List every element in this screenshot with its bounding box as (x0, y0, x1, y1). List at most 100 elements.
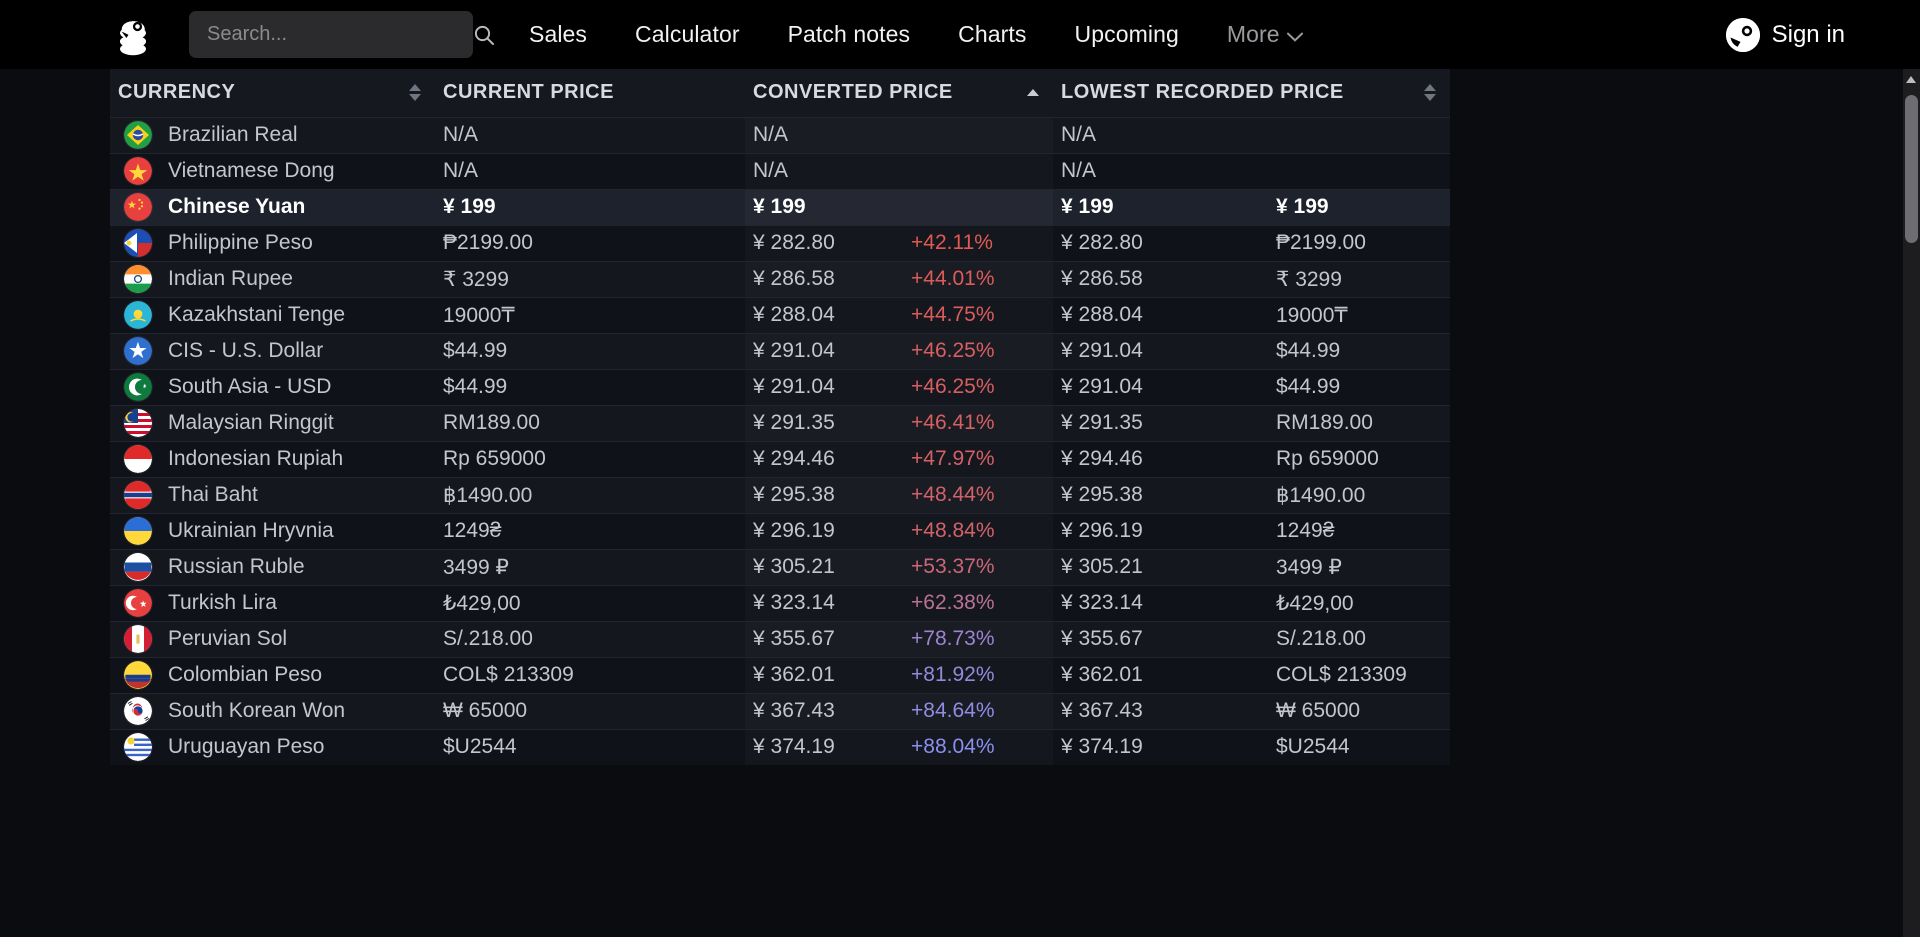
cell-lowest-recorded-price: ¥ 282.80 (1053, 225, 1268, 261)
nav-link-upcoming[interactable]: Upcoming (1051, 21, 1203, 48)
cell-current-price: ¥ 199 (435, 189, 745, 225)
search-input[interactable] (207, 23, 472, 46)
cell-lowest-recorded-price: ¥ 323.14 (1053, 585, 1268, 621)
column-header-lowest-recorded-price[interactable]: LOWEST RECORDED PRICE (1053, 69, 1450, 117)
nav-link-calculator[interactable]: Calculator (611, 21, 764, 48)
table-row[interactable]: Ukrainian Hryvnia1249₴¥ 296.19+48.84%¥ 2… (110, 513, 1450, 549)
nav-link-sales[interactable]: Sales (505, 21, 611, 48)
flag-icon-ru (124, 553, 152, 581)
column-header-currency[interactable]: CURRENCY (110, 69, 435, 117)
sort-indicator-lowest-recorded-price[interactable] (1424, 84, 1436, 101)
cell-current-price: $44.99 (435, 369, 745, 405)
flag-icon-th (124, 481, 152, 509)
cell-percent-difference: +46.25% (903, 369, 1053, 405)
sort-indicator-converted-price[interactable] (1027, 89, 1039, 96)
table-row[interactable]: South Korean Won₩ 65000¥ 367.43+84.64%¥ … (110, 693, 1450, 729)
cell-converted-price: ¥ 282.80 (745, 225, 903, 261)
cell-percent-difference: +78.73% (903, 621, 1053, 657)
table-row[interactable]: Philippine Peso₱2199.00¥ 282.80+42.11%¥ … (110, 225, 1450, 261)
cell-lowest-original-currency: Rp 659000 (1268, 441, 1450, 477)
table-row[interactable]: Uruguayan Peso$U2544¥ 374.19+88.04%¥ 374… (110, 729, 1450, 765)
nav-link-more[interactable]: More (1203, 21, 1327, 48)
cell-currency: Kazakhstani Tenge (110, 297, 435, 333)
steamdb-logo-icon[interactable] (110, 12, 156, 58)
cell-current-price: N/A (435, 153, 745, 189)
cell-lowest-recorded-price: ¥ 296.19 (1053, 513, 1268, 549)
search-icon[interactable] (472, 23, 496, 47)
cell-converted-price: ¥ 291.04 (745, 369, 903, 405)
nav-more-label: More (1227, 21, 1280, 48)
table-row[interactable]: Turkish Lira₺429,00¥ 323.14+62.38%¥ 323.… (110, 585, 1450, 621)
cell-lowest-recorded-price: ¥ 291.04 (1053, 369, 1268, 405)
cell-lowest-recorded-price: ¥ 291.04 (1053, 333, 1268, 369)
cell-lowest-recorded-price: ¥ 291.35 (1053, 405, 1268, 441)
cell-percent-difference: +44.75% (903, 297, 1053, 333)
flag-icon-sa (124, 373, 152, 401)
cell-percent-difference: +48.84% (903, 513, 1053, 549)
flag-icon-br (124, 121, 152, 149)
cell-lowest-original-currency: S/.218.00 (1268, 621, 1450, 657)
currency-name: Indian Rupee (168, 267, 293, 291)
cell-lowest-original-currency: 3499 ₽ (1268, 549, 1450, 585)
cell-lowest-original-currency: 1249₴ (1268, 513, 1450, 549)
cell-current-price: $44.99 (435, 333, 745, 369)
column-label-currency: CURRENCY (118, 81, 235, 104)
scrollbar-thumb[interactable] (1905, 95, 1918, 243)
cell-percent-difference: +84.64% (903, 693, 1053, 729)
cell-current-price: ฿1490.00 (435, 477, 745, 513)
table-row[interactable]: Indonesian RupiahRp 659000¥ 294.46+47.97… (110, 441, 1450, 477)
table-row[interactable]: Brazilian RealN/AN/AN/A (110, 117, 1450, 153)
table-row[interactable]: CIS - U.S. Dollar$44.99¥ 291.04+46.25%¥ … (110, 333, 1450, 369)
cell-lowest-original-currency: ₺429,00 (1268, 585, 1450, 621)
vertical-scrollbar[interactable] (1903, 69, 1920, 937)
table-row[interactable]: Malaysian RinggitRM189.00¥ 291.35+46.41%… (110, 405, 1450, 441)
flag-icon-my (124, 409, 152, 437)
table-row[interactable]: South Asia - USD$44.99¥ 291.04+46.25%¥ 2… (110, 369, 1450, 405)
sign-in-label: Sign in (1772, 21, 1845, 49)
cell-converted-price: ¥ 355.67 (745, 621, 903, 657)
chevron-down-icon (1287, 21, 1303, 48)
table-row[interactable]: Colombian PesoCOL$ 213309¥ 362.01+81.92%… (110, 657, 1450, 693)
cell-current-price: COL$ 213309 (435, 657, 745, 693)
cell-current-price: N/A (435, 117, 745, 153)
currency-name: Vietnamese Dong (168, 159, 335, 183)
scroll-up-arrow-icon[interactable] (1906, 76, 1916, 83)
nav-link-patch-notes[interactable]: Patch notes (764, 21, 935, 48)
column-header-current-price[interactable]: CURRENT PRICE (435, 69, 745, 117)
table-row[interactable]: Russian Ruble3499 ₽¥ 305.21+53.37%¥ 305.… (110, 549, 1450, 585)
search-box[interactable] (189, 11, 473, 58)
cell-currency: Thai Baht (110, 477, 435, 513)
cell-percent-difference: +81.92% (903, 657, 1053, 693)
table-row[interactable]: Chinese Yuan¥ 199¥ 199¥ 199¥ 199 (110, 189, 1450, 225)
currency-name: Thai Baht (168, 483, 258, 507)
currency-name: Peruvian Sol (168, 627, 287, 651)
cell-converted-price: ¥ 291.04 (745, 333, 903, 369)
sign-in-button[interactable]: Sign in (1726, 18, 1845, 52)
cell-converted-price: N/A (745, 153, 903, 189)
table-row[interactable]: Vietnamese DongN/AN/AN/A (110, 153, 1450, 189)
sort-indicator-currency[interactable] (409, 84, 421, 101)
flag-icon-ua (124, 517, 152, 545)
cell-current-price: 3499 ₽ (435, 549, 745, 585)
table-row[interactable]: Peruvian SolS/.218.00¥ 355.67+78.73%¥ 35… (110, 621, 1450, 657)
table-row[interactable]: Thai Baht฿1490.00¥ 295.38+48.44%¥ 295.38… (110, 477, 1450, 513)
column-header-converted-price[interactable]: CONVERTED PRICE (745, 69, 1053, 117)
cell-current-price: $U2544 (435, 729, 745, 765)
cell-lowest-original-currency: 19000₸ (1268, 297, 1450, 333)
cell-lowest-recorded-price: ¥ 295.38 (1053, 477, 1268, 513)
flag-icon-co (124, 661, 152, 689)
currency-price-table: CURRENCY CURRENT PRICE CONVERTED PRICE (110, 69, 1450, 765)
nav-link-charts[interactable]: Charts (934, 21, 1050, 48)
cell-currency: South Korean Won (110, 693, 435, 729)
cell-converted-price: ¥ 362.01 (745, 657, 903, 693)
cell-converted-price: ¥ 288.04 (745, 297, 903, 333)
flag-icon-in (124, 265, 152, 293)
table-row[interactable]: Indian Rupee₹ 3299¥ 286.58+44.01%¥ 286.5… (110, 261, 1450, 297)
cell-lowest-original-currency: $44.99 (1268, 333, 1450, 369)
table-row[interactable]: Kazakhstani Tenge19000₸¥ 288.04+44.75%¥ … (110, 297, 1450, 333)
column-label-current-price: CURRENT PRICE (443, 81, 614, 104)
cell-lowest-original-currency: COL$ 213309 (1268, 657, 1450, 693)
cell-converted-price: ¥ 367.43 (745, 693, 903, 729)
flag-icon-kz (124, 301, 152, 329)
cell-current-price: 19000₸ (435, 297, 745, 333)
